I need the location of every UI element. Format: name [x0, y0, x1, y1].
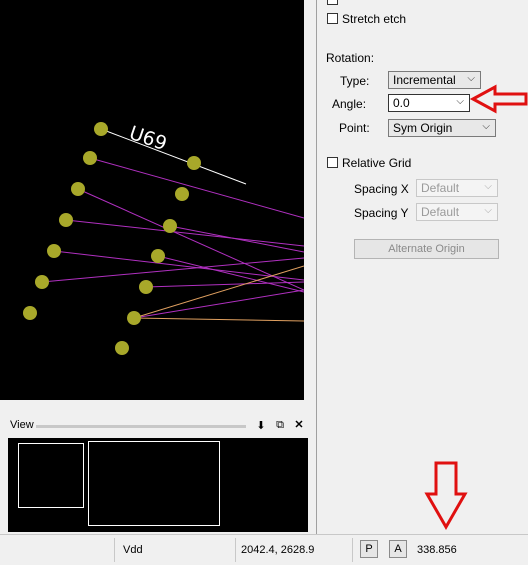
relative-grid-checkbox[interactable] — [327, 157, 338, 168]
spacing-y-label: Spacing Y — [354, 206, 409, 220]
chevron-down-icon: ⌵ — [484, 181, 492, 192]
view-panel: View ⬇︎ ⧉ ✕ — [0, 400, 315, 536]
left-arrow-annotation-icon — [470, 84, 528, 114]
status-separator — [352, 538, 353, 562]
pin — [187, 156, 201, 170]
pin — [175, 187, 189, 201]
pin — [127, 311, 141, 325]
type-label: Type: — [340, 74, 370, 88]
component-outline-line — [100, 128, 247, 185]
point-select[interactable]: Sym Origin ⌵ — [388, 119, 496, 137]
pin — [151, 249, 165, 263]
overview-viewport-box — [18, 443, 84, 508]
status-separator — [114, 538, 115, 562]
close-icon[interactable]: ✕ — [292, 418, 306, 432]
relative-grid-label: Relative Grid — [342, 156, 412, 170]
status-coordinates: 2042.4, 2628.9 — [241, 544, 315, 556]
chevron-down-icon: ⌵ — [482, 121, 490, 132]
chevron-down-icon: ⌵ — [484, 205, 492, 216]
p-button[interactable]: P — [360, 540, 378, 558]
point-label: Point: — [339, 121, 370, 135]
type-select[interactable]: Incremental ⌵ — [388, 71, 481, 89]
view-panel-title: View — [10, 419, 34, 431]
pin — [59, 213, 73, 227]
status-value: 338.856 — [417, 544, 457, 556]
design-canvas[interactable]: U69 — [0, 0, 304, 400]
pin — [35, 275, 49, 289]
view-panel-grip[interactable] — [36, 425, 246, 428]
rotation-heading: Rotation: — [326, 51, 375, 65]
angle-value: 0.0 — [393, 96, 410, 110]
angle-combobox[interactable]: 0.0 ⌵ — [388, 94, 470, 112]
pin — [23, 306, 37, 320]
chevron-down-icon: ⌵ — [467, 73, 475, 84]
spacing-y-value: Default — [421, 205, 460, 219]
overview-extents-box — [88, 441, 220, 526]
chevron-down-icon: ⌵ — [456, 96, 464, 107]
pin — [71, 182, 85, 196]
pin — [47, 244, 61, 258]
spacing-x-select[interactable]: Default ⌵ — [416, 179, 498, 197]
pin — [115, 341, 129, 355]
refdes-label: U69 — [126, 122, 169, 155]
pin — [163, 219, 177, 233]
down-arrow-annotation-icon — [424, 461, 468, 530]
status-net: Vdd — [123, 544, 143, 556]
angle-label: Angle: — [332, 97, 367, 111]
connect-trace — [133, 265, 304, 322]
point-select-value: Sym Origin — [393, 121, 453, 135]
stretch-etch-checkbox[interactable] — [327, 13, 338, 24]
status-separator — [235, 538, 236, 562]
a-button[interactable]: A — [389, 540, 407, 558]
pin — [83, 151, 97, 165]
pin — [139, 280, 153, 294]
view-overview-canvas[interactable] — [8, 438, 308, 532]
ratsnest-lines — [41, 157, 304, 319]
options-panel: Stretch etch Rotation: Type: Incremental… — [316, 0, 528, 534]
top-checkbox[interactable] — [327, 0, 338, 5]
alternate-origin-button[interactable]: Alternate Origin — [354, 239, 499, 259]
pin — [94, 122, 108, 136]
type-select-value: Incremental — [393, 73, 456, 87]
spacing-y-select[interactable]: Default ⌵ — [416, 203, 498, 221]
spacing-x-value: Default — [421, 181, 460, 195]
spacing-x-label: Spacing X — [354, 182, 409, 196]
status-bar: Vdd 2042.4, 2628.9 P A 338.856 — [0, 534, 528, 565]
stretch-etch-label: Stretch etch — [342, 12, 407, 26]
restore-icon[interactable]: ⧉ — [273, 418, 287, 432]
pin-icon[interactable]: ⬇︎ — [254, 419, 268, 433]
